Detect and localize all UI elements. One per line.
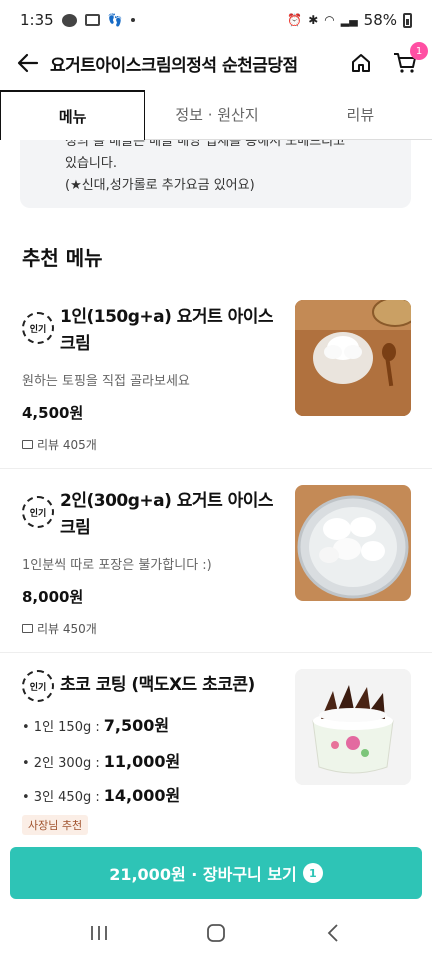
cart-button[interactable]: 1 — [392, 42, 428, 76]
signal-icon: ▂▄ — [340, 13, 358, 27]
divider — [0, 652, 432, 653]
cart-bar-label: 21,000원 · 장바구니 보기 — [109, 865, 297, 884]
page-title: 요거트아이스크림의정석 순천금당점 — [50, 55, 298, 76]
recent-apps-icon — [90, 925, 107, 940]
chevron-left-icon — [328, 923, 338, 942]
item-price: 8,000원 — [22, 588, 84, 606]
store-notice: 정의 볼 배골은 배골 배앙 입세를 용해서 노베드리고 있습니다. (★신대,… — [20, 140, 411, 208]
alarm-icon: ⏰ — [287, 13, 303, 27]
item-image — [295, 485, 411, 601]
option-line: • 3인 450g : 14,000원 — [22, 782, 180, 806]
option-price: 14,000원 — [103, 786, 181, 805]
back-button[interactable] — [14, 49, 42, 77]
item-image — [295, 300, 411, 416]
recent-apps-button[interactable] — [79, 913, 119, 953]
tab-menu[interactable]: 메뉴 — [0, 90, 146, 140]
option-line: • 1인 150g : 7,500원 — [22, 712, 169, 736]
view-cart-button[interactable]: 21,000원 · 장바구니 보기 1 — [10, 847, 422, 899]
item-name: 초코 코팅 (맥도X드 초코콘) — [60, 675, 255, 695]
option-label: • 2인 300g : — [22, 756, 100, 771]
comment-icon — [22, 440, 33, 449]
system-navigation-bar — [0, 905, 432, 960]
arrow-left-icon — [17, 53, 39, 73]
option-label: • 3인 450g : — [22, 790, 100, 805]
cart-count-badge: 1 — [410, 42, 428, 60]
popular-badge: 인기 — [22, 312, 54, 344]
wifi-icon: ◠ — [324, 13, 335, 27]
popular-badge: 인기 — [22, 670, 54, 702]
card-icon — [84, 14, 100, 26]
owner-recommend-tag: 사장님 추천 — [22, 815, 89, 835]
divider — [0, 468, 432, 469]
review-count: 리뷰 405개 — [37, 438, 97, 452]
cart-bar-count: 1 — [302, 863, 323, 883]
option-line: • 2인 300g : 11,000원 — [22, 748, 180, 772]
bluetooth-icon: ✱ — [308, 13, 319, 27]
tab-reviews[interactable]: 리뷰 — [289, 90, 432, 139]
item-name: 1인(150g+a) 요거트 아이스크림 — [60, 307, 274, 354]
option-price: 7,500원 — [103, 716, 170, 735]
status-bar: 1:35 👣 ⏰ ✱ ◠ ▂▄ 58% — [0, 0, 432, 40]
option-label: • 1인 150g : — [22, 720, 100, 735]
item-name: 2인(300g+a) 요거트 아이스크림 — [60, 491, 274, 538]
kakaotalk-icon — [61, 13, 77, 27]
item-description: 원하는 토핑을 직접 골라보세요 — [22, 374, 190, 389]
notice-line: 있습니다. — [65, 156, 117, 171]
item-description: 1인분씩 따로 포장은 불가합니다 :) — [22, 558, 212, 573]
back-nav-button[interactable] — [313, 913, 353, 953]
popular-badge: 인기 — [22, 496, 54, 528]
battery-icon — [403, 12, 412, 28]
more-notifications-icon — [130, 18, 135, 22]
app-header: 요거트아이스크림의정석 순천금당점 1 — [0, 40, 432, 86]
section-title: 추천 메뉴 — [22, 246, 103, 270]
notice-line: (★신대,성가롤로 추가요금 있어요) — [65, 178, 255, 193]
battery-level: 58% — [363, 11, 397, 29]
home-icon — [352, 54, 370, 72]
tab-bar: 메뉴 정보 · 원산지 리뷰 — [0, 90, 432, 140]
notice-line: 정의 볼 배골은 배골 배앙 입세를 용해서 노베드리고 — [65, 140, 346, 149]
tab-info-origin[interactable]: 정보 · 원산지 — [145, 90, 288, 139]
status-time: 1:35 — [20, 11, 54, 29]
home-circle-icon — [207, 923, 225, 942]
review-count: 리뷰 450개 — [37, 622, 97, 636]
home-button[interactable] — [348, 50, 374, 76]
item-image — [295, 669, 411, 785]
item-price: 4,500원 — [22, 404, 84, 422]
comment-icon — [22, 624, 33, 633]
footprint-icon: 👣 — [107, 13, 123, 27]
home-nav-button[interactable] — [196, 913, 236, 953]
option-price: 11,000원 — [103, 752, 181, 771]
